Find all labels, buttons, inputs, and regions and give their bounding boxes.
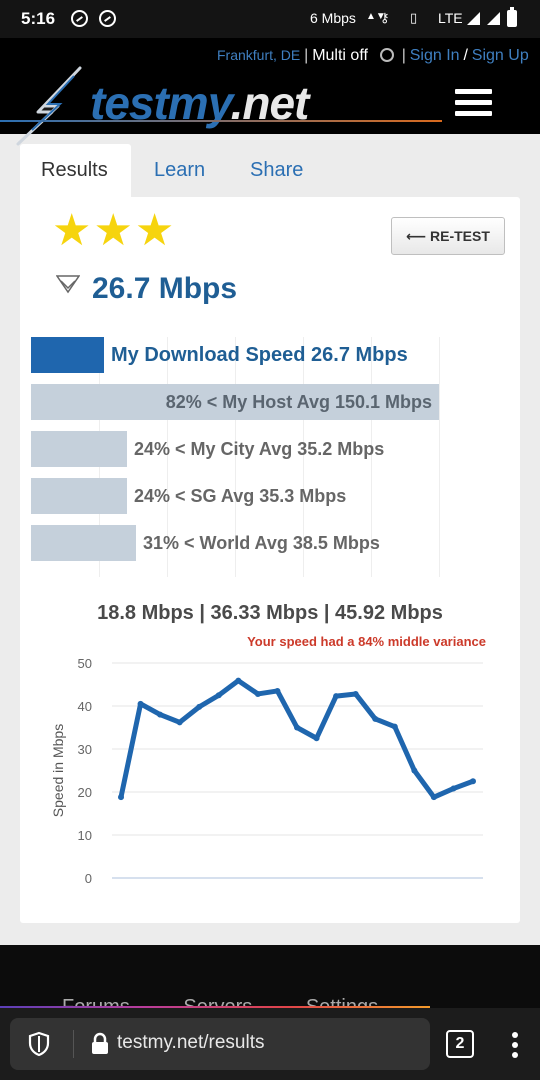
data-point xyxy=(215,692,222,699)
data-point xyxy=(196,703,203,710)
download-arrow-icon xyxy=(56,275,80,294)
data-point xyxy=(274,687,281,694)
y-tick-label: 40 xyxy=(78,699,92,714)
battery-icon xyxy=(507,7,517,27)
retest-button[interactable]: ⟵ RE-TEST xyxy=(391,217,505,255)
tab-share[interactable]: Share xyxy=(250,144,303,198)
data-point xyxy=(137,700,144,707)
comparison-bar-label: 82% < My Host Avg 150.1 Mbps xyxy=(165,392,432,412)
average-speed-bar xyxy=(31,431,127,467)
top-links: Frankfurt, DE | Multi off | Sign In / Si… xyxy=(217,47,529,64)
data-point xyxy=(450,785,457,792)
comparison-bar-label: 24% < SG Avg 35.3 Mbps xyxy=(134,486,347,506)
notification-icon xyxy=(99,10,116,27)
browser-toolbar: testmy.net/results 2 xyxy=(0,1008,540,1080)
data-point xyxy=(294,724,300,731)
logo-underline xyxy=(0,120,442,122)
y-tick-label: 0 xyxy=(85,871,92,886)
site-header: Frankfurt, DE | Multi off | Sign In / Si… xyxy=(0,38,540,146)
vpn-key-icon: ⚷ xyxy=(380,10,390,25)
sign-in-link[interactable]: Sign In xyxy=(410,47,460,64)
data-point xyxy=(411,767,418,774)
more-options-icon[interactable] xyxy=(512,1032,518,1058)
status-network: LTE xyxy=(438,10,463,26)
data-point xyxy=(391,723,398,730)
comparison-bar-label: 31% < World Avg 38.5 Mbps xyxy=(143,533,380,553)
y-tick-label: 50 xyxy=(78,656,92,671)
lightning-logo-icon xyxy=(16,66,82,146)
stopwatch-icon xyxy=(379,48,394,62)
speed-stats: 18.8 Mbps | 36.33 Mbps | 45.92 Mbps xyxy=(97,602,443,624)
average-speed-bar xyxy=(31,525,136,561)
data-point xyxy=(313,735,320,742)
y-tick-label: 30 xyxy=(78,742,92,757)
series-line xyxy=(118,678,476,800)
menu-icon[interactable] xyxy=(455,89,492,117)
data-point xyxy=(352,690,359,697)
y-axis-label: Speed in Mbps xyxy=(50,724,66,817)
y-tick-label: 20 xyxy=(78,785,92,800)
data-point xyxy=(157,711,164,718)
data-point xyxy=(333,693,340,700)
y-tick-label: 10 xyxy=(78,828,92,843)
data-point xyxy=(118,794,124,801)
signal-icon xyxy=(467,12,480,25)
grid-line xyxy=(439,337,440,577)
data-point xyxy=(254,690,261,697)
average-speed-bar xyxy=(31,478,127,514)
data-point xyxy=(235,677,242,684)
data-point xyxy=(470,778,476,785)
status-net-speed: 6 Mbps xyxy=(310,10,356,26)
multi-toggle[interactable]: Multi off xyxy=(312,47,368,64)
comparison-bars: My Download Speed 26.7 Mbps 82% < My Host… xyxy=(20,325,520,585)
sign-up-link[interactable]: Sign Up xyxy=(472,47,529,64)
data-point xyxy=(430,794,437,801)
tab-results[interactable]: Results xyxy=(20,144,131,198)
lock-icon xyxy=(92,1032,108,1054)
tab-count-button[interactable]: 2 xyxy=(446,1030,474,1058)
result-tabs: Results Learn Share xyxy=(20,144,520,198)
data-point xyxy=(176,719,183,726)
star-rating: ★★★ xyxy=(52,206,177,255)
status-time: 5:16 xyxy=(21,9,56,28)
location-link[interactable]: Frankfurt, DE xyxy=(217,47,300,63)
results-card: ★★★ ⟵ RE-TEST 26.7 Mbps My Download Spee… xyxy=(20,197,520,923)
signal-icon xyxy=(487,12,500,25)
address-bar[interactable]: testmy.net/results xyxy=(10,1018,430,1070)
speed-line-chart: 0 10 20 30 40 50 Speed in Mbps xyxy=(50,656,483,886)
comparison-bar-label: My Download Speed 26.7 Mbps xyxy=(111,344,408,366)
vibrate-icon: ▯ xyxy=(410,10,418,25)
status-bar: 5:16 6 Mbps ▲▼ ⚷ ▯ LTE xyxy=(0,0,540,38)
data-point xyxy=(372,715,379,722)
url-text: testmy.net/results xyxy=(117,1032,265,1053)
my-speed-bar xyxy=(31,337,104,373)
tab-learn[interactable]: Learn xyxy=(154,144,205,198)
notification-icon xyxy=(71,10,88,27)
shield-icon[interactable] xyxy=(28,1031,50,1057)
comparison-bar-label: 24% < My City Avg 35.2 Mbps xyxy=(134,439,385,459)
download-speed-value: 26.7 Mbps xyxy=(92,272,238,305)
